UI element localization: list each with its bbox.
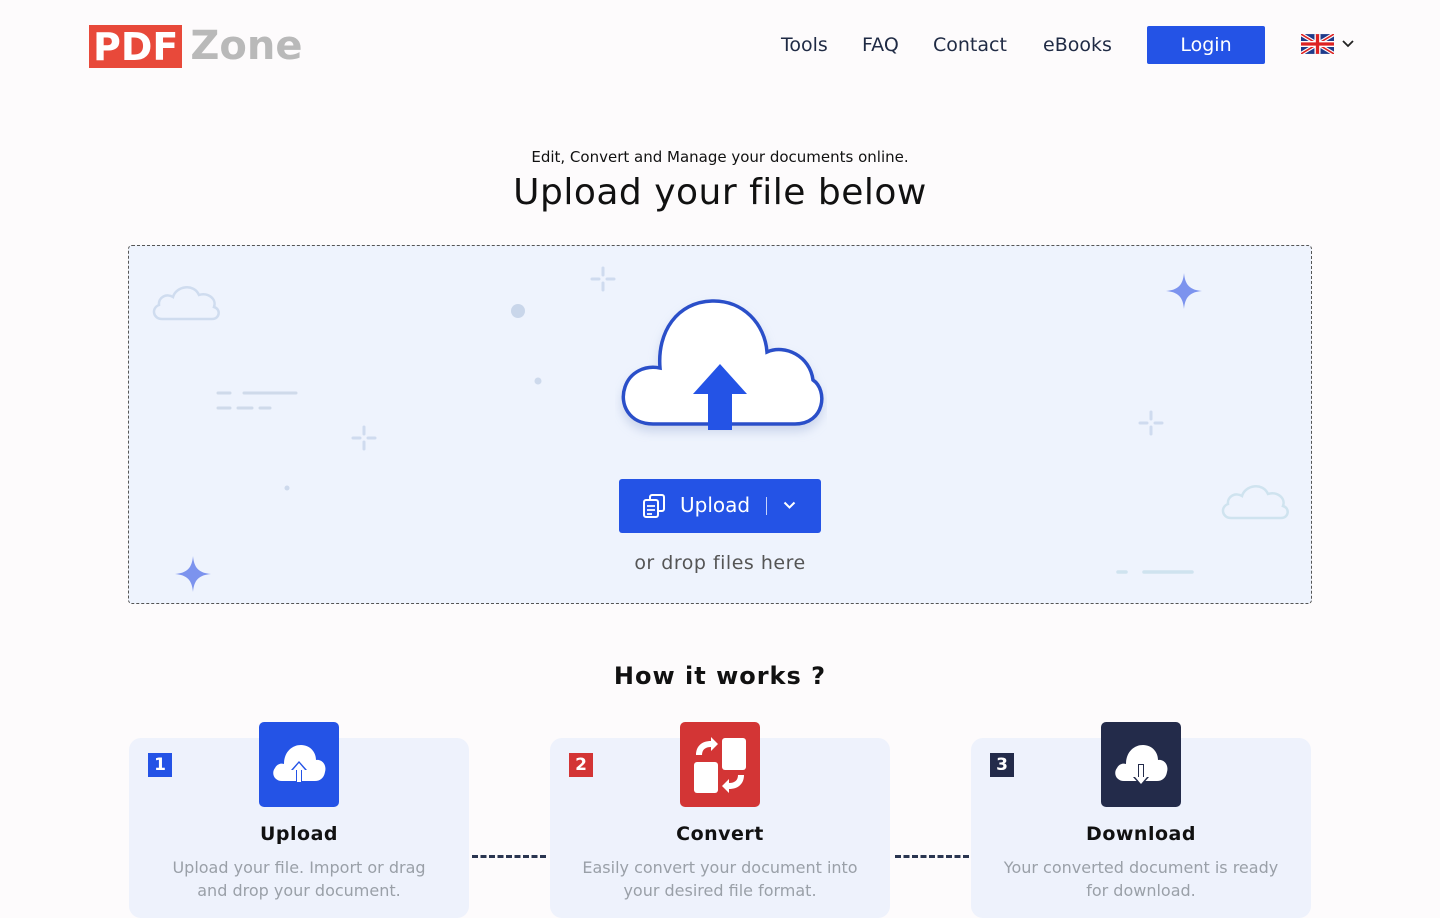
small-sparkle-icon [1138,410,1164,436]
step-number-badge: 2 [569,753,593,777]
cloud-download-icon [1115,744,1168,786]
cloud-upload-illustration [621,299,824,430]
step-connector [472,855,546,858]
nav-contact-link[interactable]: Contact [933,26,1007,64]
dot-decoration [511,304,525,318]
step-connector [895,855,969,858]
logo-pdf-text: PDF [89,24,183,69]
step-tile-download [1101,722,1181,807]
cloud-upload-icon [273,744,326,783]
small-sparkle-icon [351,425,377,451]
step-description: Easily convert your document into your d… [582,858,858,900]
step-tile-upload [259,722,339,807]
files-icon [643,494,665,518]
upload-button[interactable]: Upload [619,479,821,533]
drop-hint-text: or drop files here [634,552,806,574]
dash-lines-decoration [216,391,298,410]
upload-button-separator [766,497,767,515]
convert-icon [694,736,746,793]
login-button[interactable]: Login [1147,26,1265,64]
sparkle-icon [1166,273,1202,309]
dot-decoration [284,485,290,491]
nav-tools-link[interactable]: Tools [781,26,828,64]
step-number-badge: 3 [990,753,1014,777]
logo[interactable]: PDF Zone [89,23,303,69]
how-it-works-title: How it works ? [613,662,827,690]
step-name: Convert [676,823,764,845]
upload-button-label: Upload [680,493,751,517]
uk-flag-icon [1301,34,1334,54]
nav-ebooks-link[interactable]: eBooks [1043,26,1112,64]
step-description: Your converted document is ready for dow… [1003,858,1279,900]
step-name: Download [1086,823,1196,845]
logo-zone-text: Zone [190,23,303,69]
hero-subtitle: Edit, Convert and Manage your documents … [531,148,909,166]
site-header: PDF Zone Tools FAQ Contact eBooks Login [0,0,1440,90]
dot-decoration [534,377,542,385]
language-selector[interactable] [1301,34,1354,54]
cloud-outline-icon [1221,485,1289,520]
chevron-down-icon[interactable] [783,501,796,510]
step-name: Upload [259,823,339,845]
chevron-down-icon [1342,40,1354,48]
step-tile-convert [680,722,760,807]
cloud-outline-icon [152,286,220,321]
step-description: Upload your file. Import or drag and dro… [172,858,426,900]
nav-faq-link[interactable]: FAQ [862,26,899,64]
page-title: Upload your file below [513,172,927,213]
small-sparkle-icon [590,266,616,292]
step-number-badge: 1 [148,753,172,777]
